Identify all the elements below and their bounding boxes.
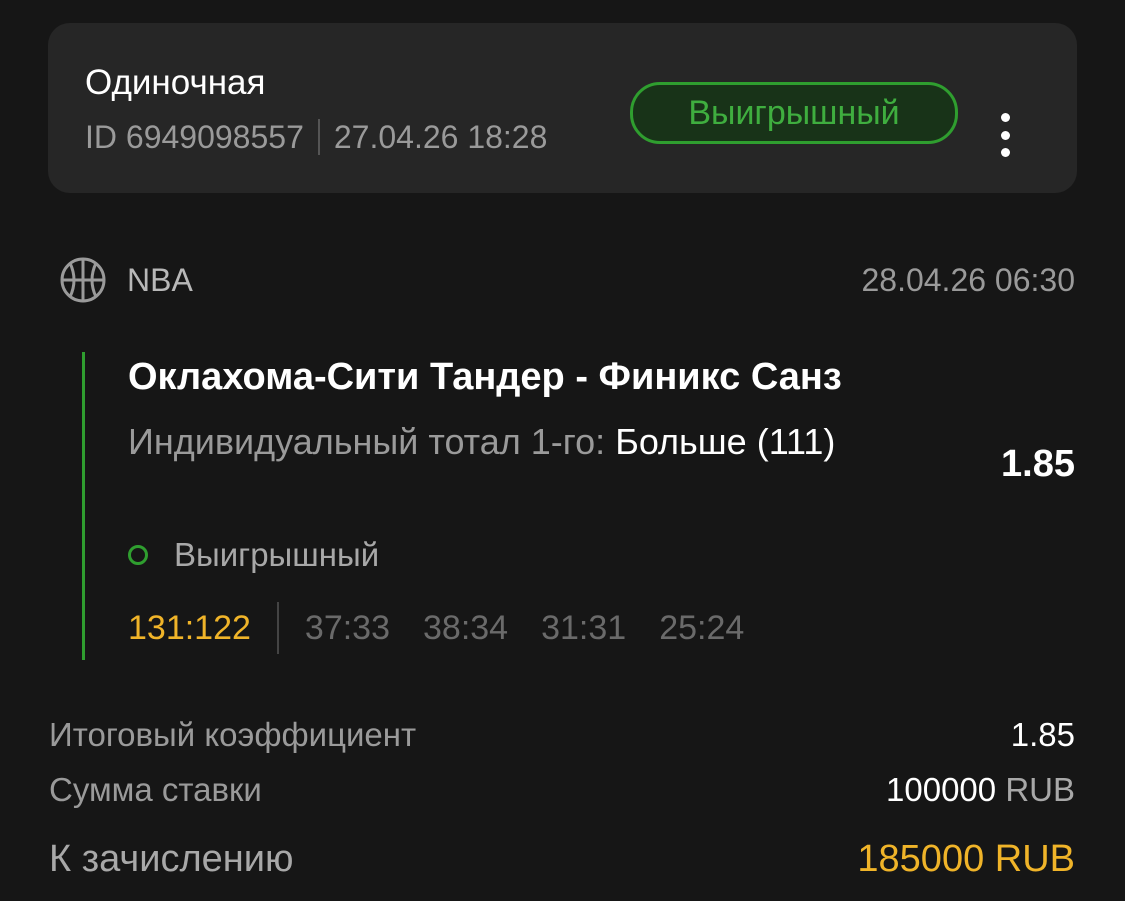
match-title[interactable]: Оклахома-Сити Тандер - Финикс Санз	[128, 356, 842, 399]
quarter-score: 37:33	[304, 608, 390, 647]
status-circle-icon	[128, 545, 148, 565]
score-line: 131:122 37:33 38:34 31:31 25:24	[128, 602, 777, 654]
quarter-score: 25:24	[659, 608, 745, 647]
total-odds-label: Итоговый коэффициент	[49, 716, 417, 753]
total-odds-value: 1.85	[1010, 716, 1075, 753]
selection-odds: 1.85	[1001, 443, 1075, 485]
selection-accent-bar	[82, 352, 85, 660]
selection-status: Выигрышный	[128, 536, 379, 574]
payout-row: К зачислению 185000 RUB	[49, 838, 1075, 881]
stake-amount: 100000	[886, 771, 997, 808]
total-odds-row: Итоговый коэффициент 1.85	[49, 716, 1075, 754]
quarter-score: 38:34	[423, 608, 509, 647]
stake-value: 100000 RUB	[886, 771, 1075, 809]
final-score: 131:122	[128, 608, 251, 647]
market-name: Индивидуальный тотал 1-го:	[128, 421, 606, 462]
quarter-score: 31:31	[541, 608, 627, 647]
stake-row: Сумма ставки 100000 RUB	[49, 771, 1075, 809]
stake-currency: RUB	[1005, 771, 1075, 808]
bet-id: ID 6949098557	[85, 119, 304, 155]
bet-status-badge: Выигрышный	[630, 82, 958, 144]
bet-type-title: Одиночная	[85, 63, 266, 102]
selection-status-label: Выигрышный	[174, 536, 380, 573]
more-vertical-icon[interactable]	[992, 113, 1018, 157]
selection-name: Больше (111)	[615, 421, 836, 462]
score-divider	[276, 602, 279, 654]
bet-placed-time: 27.04.26 18:28	[333, 119, 548, 155]
basketball-icon	[60, 257, 106, 303]
league-name: NBA	[127, 262, 193, 298]
bet-meta: ID 6949098557 27.04.26 18:28	[85, 119, 547, 155]
payout-label: К зачислению	[49, 838, 294, 880]
market-description: Индивидуальный тотал 1-го: Больше (111)	[128, 418, 918, 466]
event-start-time: 28.04.26 06:30	[861, 262, 1075, 298]
meta-divider	[317, 119, 320, 155]
bet-header-card: Одиночная ID 6949098557 27.04.26 18:28 В…	[48, 23, 1077, 193]
stake-label: Сумма ставки	[49, 771, 262, 808]
payout-value: 185000 RUB	[857, 838, 1075, 880]
